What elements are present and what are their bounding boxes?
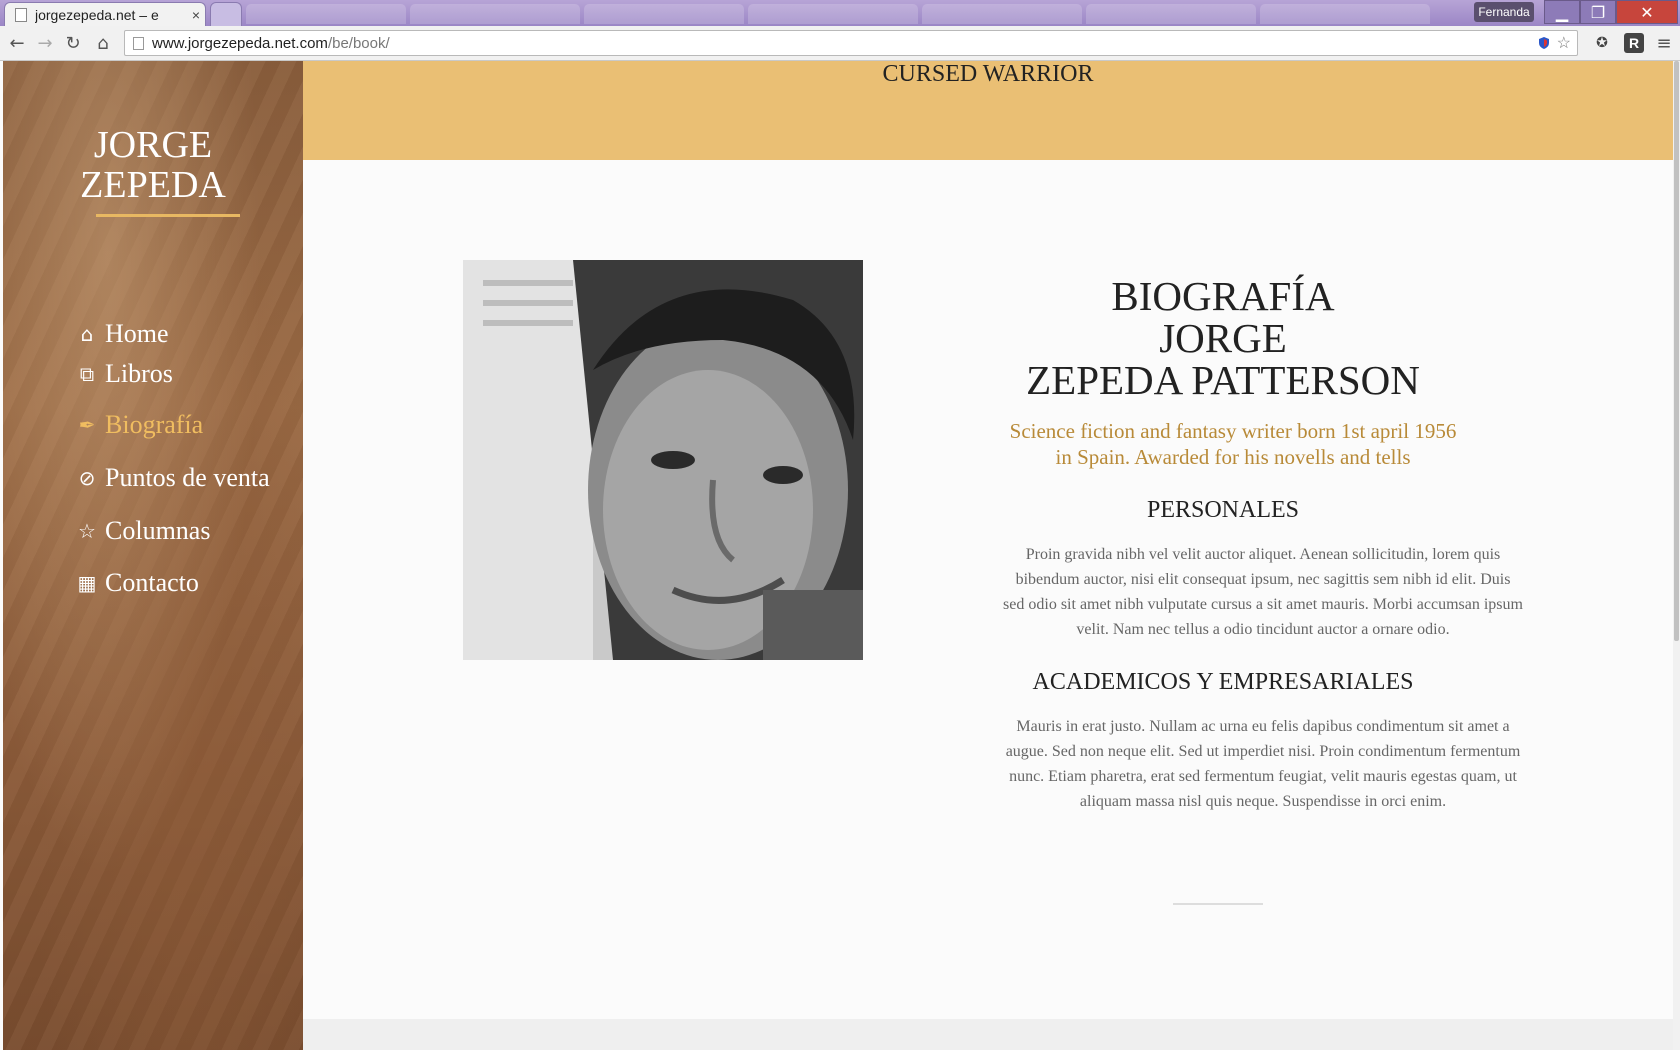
active-tab[interactable]: jorgezepeda.net – e × [4, 2, 206, 27]
nav-item-label: Columnas [105, 516, 211, 545]
bio-heading: BIOGRAFÍA JORGE ZEPEDA PATTERSON [983, 275, 1463, 401]
bio-heading-line: ZEPEDA PATTERSON [1026, 357, 1420, 403]
scrollbar-thumb[interactable] [1674, 61, 1679, 641]
book-icon: ⧉ [79, 362, 95, 386]
reload-icon[interactable]: ↻ [60, 31, 86, 55]
main-content: CURSED WARRIOR BIOGRAFÍA JORGE ZEPEDA PA… [303, 61, 1673, 1050]
quill-icon: ✒ [78, 413, 96, 437]
menu-icon[interactable]: ≡ [1654, 33, 1674, 54]
bio-heading-line: JORGE [1159, 315, 1287, 361]
star-icon: ☆ [78, 519, 96, 543]
forward-icon[interactable]: → [32, 31, 58, 55]
nav-item-columnas[interactable]: ☆ Columnas [75, 516, 210, 546]
home-icon[interactable]: ⌂ [90, 31, 116, 55]
personales-title: PERSONALES [1146, 497, 1300, 523]
nav-item-puntos-de-venta[interactable]: ⊘ Puntos de venta [75, 463, 270, 493]
academicos-title: ACADEMICOS Y EMPRESARIALES [1032, 669, 1414, 695]
author-photo [463, 260, 863, 660]
tab-title: jorgezepeda.net – e [35, 7, 159, 23]
site-logo[interactable]: JORGE ZEPEDA [3, 125, 303, 205]
hero-title: CURSED WARRIOR [882, 61, 1094, 87]
profile-badge[interactable]: Fernanda [1474, 2, 1534, 22]
maximize-button[interactable]: ❐ [1580, 0, 1616, 24]
personales-text: Proin gravida nibh vel velit auctor aliq… [1003, 546, 1523, 638]
r-extension-icon[interactable]: R [1624, 33, 1644, 53]
browser-toolbar: ← → ↻ ⌂ www.jorgezepeda.net.com /be/book… [0, 26, 1680, 61]
background-tab[interactable] [410, 4, 580, 24]
back-icon[interactable]: ← [4, 31, 30, 55]
close-window-button[interactable]: ✕ [1616, 0, 1678, 24]
bio-heading-line: BIOGRAFÍA [1111, 273, 1335, 319]
page-icon [15, 8, 27, 22]
home-icon: ⌂ [80, 322, 94, 346]
nav-item-label: Contacto [105, 568, 199, 597]
nav-item-label: Home [105, 319, 169, 348]
background-tab[interactable] [246, 4, 406, 24]
page-icon [133, 36, 144, 50]
evernote-extension-icon[interactable]: ✪ [1592, 33, 1612, 53]
page-viewport: JORGE ZEPEDA ⌂ Home ⧉ Libros ✒ Biografía… [0, 61, 1680, 1050]
read-more-underline [1173, 903, 1263, 905]
nav-item-label: Puntos de venta [105, 463, 270, 492]
nav-item-label: Libros [105, 359, 173, 388]
tab-close-button[interactable]: × [187, 7, 205, 23]
bio-subtitle: Science fiction and fantasy writer born … [1009, 419, 1457, 469]
bookmark-star-icon[interactable]: ☆ [1557, 33, 1571, 53]
nav-item-libros[interactable]: ⧉ Libros [75, 359, 173, 389]
nav-item-biografia[interactable]: ✒ Biografía [75, 410, 204, 440]
logo-line-2: ZEPEDA [80, 164, 226, 206]
background-tab[interactable] [1086, 4, 1256, 24]
calendar-icon: ▦ [77, 571, 97, 595]
hero-band: CURSED WARRIOR [303, 61, 1673, 160]
nav-item-home[interactable]: ⌂ Home [75, 319, 169, 349]
browser-titlebar: jorgezepeda.net – e × Fernanda ▁ ❐ ✕ [0, 0, 1680, 27]
background-tab[interactable] [922, 4, 1082, 24]
paperclip-icon: ⊘ [78, 466, 96, 490]
logo-line-1: JORGE [93, 124, 213, 166]
nav-item-label: Biografía [105, 410, 204, 439]
author-portrait-image [463, 260, 863, 660]
minimize-button[interactable]: ▁ [1544, 0, 1580, 24]
sidebar: JORGE ZEPEDA ⌂ Home ⧉ Libros ✒ Biografía… [3, 61, 303, 1050]
new-tab-button[interactable] [210, 2, 242, 27]
background-tab[interactable] [1260, 4, 1430, 24]
url-path: /be/book/ [327, 34, 390, 52]
shield-icon[interactable] [1537, 36, 1551, 50]
logo-underline [96, 214, 240, 217]
nav-item-contacto[interactable]: ▦ Contacto [75, 568, 199, 598]
background-tab[interactable] [584, 4, 744, 24]
academicos-text: Mauris in erat justo. Nullam ac urna eu … [1005, 718, 1521, 810]
read-more-button[interactable]: READ MORE [1173, 869, 1263, 885]
footer-strip [303, 1019, 1673, 1050]
background-tab[interactable] [748, 4, 918, 24]
url-host: www.jorgezepeda.net.com [152, 34, 328, 52]
address-bar[interactable]: www.jorgezepeda.net.com /be/book/ ☆ [124, 30, 1578, 56]
